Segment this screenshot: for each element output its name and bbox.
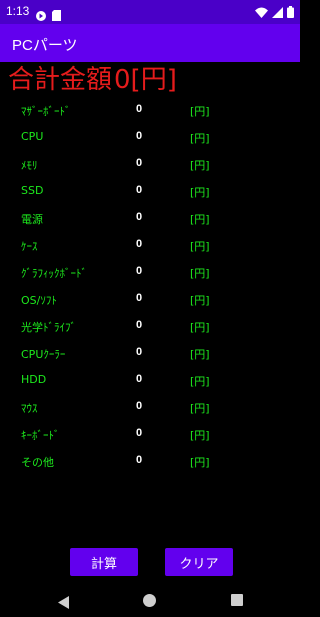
part-price-input[interactable]: 0 [136, 238, 142, 250]
part-price-input[interactable]: 0 [136, 130, 142, 142]
unit-label: [円] [190, 159, 210, 172]
part-label: 光学ﾄﾞﾗｲﾌﾞ [21, 321, 76, 334]
battery-icon [287, 3, 294, 22]
list-item: 電源 0 [円] [0, 205, 300, 232]
part-label: OS/ｿﾌﾄ [21, 294, 57, 307]
part-label: ﾒﾓﾘ [21, 159, 38, 172]
list-item: ｷｰﾎﾞｰﾄﾞ 0 [円] [0, 421, 300, 448]
part-label: SSD [21, 184, 44, 197]
list-item: ｹｰｽ 0 [円] [0, 232, 300, 259]
part-label: CPUｸｰﾗｰ [21, 348, 66, 361]
list-item: CPU 0 [円] [0, 124, 300, 151]
part-price-input[interactable]: 0 [136, 265, 142, 277]
part-label: その他 [21, 456, 54, 469]
part-price-input[interactable]: 0 [136, 373, 142, 385]
calculate-button[interactable]: 計算 [70, 548, 138, 576]
part-price-input[interactable]: 0 [136, 103, 142, 115]
part-label: ｷｰﾎﾞｰﾄﾞ [21, 429, 60, 442]
part-price-input[interactable]: 0 [136, 454, 142, 466]
parts-list: ﾏｻﾞｰﾎﾞｰﾄﾞ 0 [円] CPU 0 [円] ﾒﾓﾘ 0 [円] SSD … [0, 97, 300, 475]
part-price-input[interactable]: 0 [136, 211, 142, 223]
total-value: 0[円] [114, 65, 177, 95]
clear-button[interactable]: クリア [165, 548, 233, 576]
part-price-input[interactable]: 0 [136, 427, 142, 439]
part-label: ｸﾞﾗﾌｨｯｸﾎﾞｰﾄﾞ [21, 267, 87, 280]
list-item: ﾏｳｽ 0 [円] [0, 394, 300, 421]
wifi-icon [255, 3, 268, 22]
unit-label: [円] [190, 321, 210, 334]
part-label: ｹｰｽ [21, 240, 38, 253]
home-icon[interactable] [143, 594, 156, 607]
list-item: ﾒﾓﾘ 0 [円] [0, 151, 300, 178]
total-amount: 合計金額0[円] [8, 64, 177, 96]
list-item: ﾏｻﾞｰﾎﾞｰﾄﾞ 0 [円] [0, 97, 300, 124]
list-item: 光学ﾄﾞﾗｲﾌﾞ 0 [円] [0, 313, 300, 340]
app-title: PCパーツ [12, 37, 78, 54]
status-time: 1:13 [6, 4, 30, 18]
part-price-input[interactable]: 0 [136, 184, 142, 196]
back-icon[interactable] [58, 594, 69, 613]
part-label: HDD [21, 373, 47, 386]
list-item: HDD 0 [円] [0, 367, 300, 394]
unit-label: [円] [190, 186, 210, 199]
unit-label: [円] [190, 240, 210, 253]
unit-label: [円] [190, 294, 210, 307]
status-bar: 1:13 [0, 0, 300, 24]
part-label: CPU [21, 130, 44, 143]
list-item: ｸﾞﾗﾌｨｯｸﾎﾞｰﾄﾞ 0 [円] [0, 259, 300, 286]
unit-label: [円] [190, 429, 210, 442]
unit-label: [円] [190, 213, 210, 226]
list-item: OS/ｿﾌﾄ 0 [円] [0, 286, 300, 313]
list-item: その他 0 [円] [0, 448, 300, 475]
part-price-input[interactable]: 0 [136, 319, 142, 331]
unit-label: [円] [190, 132, 210, 145]
part-label: ﾏｻﾞｰﾎﾞｰﾄﾞ [21, 105, 71, 118]
list-item: SSD 0 [円] [0, 178, 300, 205]
navigation-bar [0, 585, 300, 617]
part-price-input[interactable]: 0 [136, 157, 142, 169]
app-bar: PCパーツ [0, 24, 300, 62]
unit-label: [円] [190, 105, 210, 118]
part-price-input[interactable]: 0 [136, 346, 142, 358]
part-price-input[interactable]: 0 [136, 292, 142, 304]
sd-card-icon [52, 6, 62, 21]
unit-label: [円] [190, 267, 210, 280]
list-item: CPUｸｰﾗｰ 0 [円] [0, 340, 300, 367]
total-label: 合計金額 [8, 65, 113, 95]
part-price-input[interactable]: 0 [136, 400, 142, 412]
unit-label: [円] [190, 348, 210, 361]
media-notification-icon [36, 6, 46, 21]
part-label: ﾏｳｽ [21, 402, 38, 415]
recent-apps-icon[interactable] [231, 594, 243, 606]
unit-label: [円] [190, 375, 210, 388]
unit-label: [円] [190, 456, 210, 469]
status-right-icons [255, 5, 294, 19]
unit-label: [円] [190, 402, 210, 415]
cell-signal-icon [272, 3, 283, 22]
part-label: 電源 [21, 213, 43, 226]
